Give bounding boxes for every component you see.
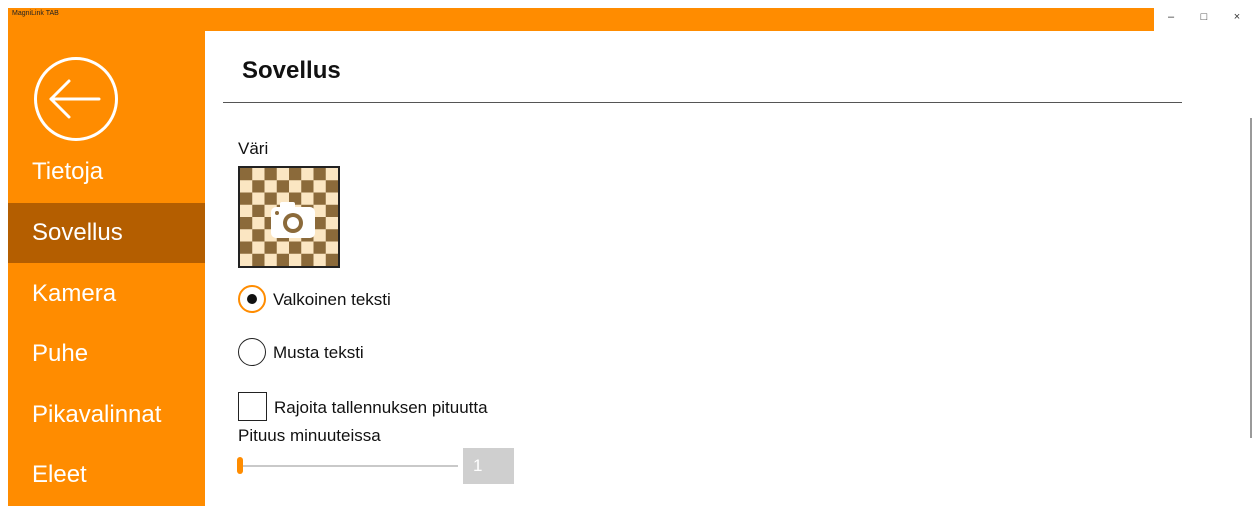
- maximize-button[interactable]: □: [1195, 10, 1213, 24]
- back-button[interactable]: [34, 57, 118, 141]
- page-title: Sovellus: [242, 57, 341, 84]
- window-edge: [0, 0, 8, 31]
- duration-slider-track[interactable]: [240, 465, 458, 467]
- sidebar-item-sovellus[interactable]: Sovellus: [8, 203, 205, 263]
- duration-label: Pituus minuuteissa: [238, 426, 381, 445]
- black-text-radio[interactable]: [238, 338, 266, 366]
- limit-recording-label[interactable]: Rajoita tallennuksen pituutta: [274, 398, 488, 418]
- vertical-scrollbar[interactable]: [1250, 118, 1252, 438]
- sidebar-item-eleet[interactable]: Eleet: [8, 445, 205, 505]
- color-preview[interactable]: [238, 166, 340, 268]
- back-arrow-icon: [49, 79, 101, 119]
- black-text-label[interactable]: Musta teksti: [273, 343, 364, 363]
- sidebar-item-pikavalinnat[interactable]: Pikavalinnat: [8, 385, 205, 445]
- window-title: MagniLink TAB: [12, 10, 59, 17]
- sidebar-item-tietoja[interactable]: Tietoja: [8, 142, 205, 202]
- sidebar: Tietoja Sovellus Kamera Puhe Pikavalinna…: [8, 31, 205, 506]
- limit-recording-checkbox[interactable]: [238, 392, 267, 421]
- white-text-radio[interactable]: [238, 285, 266, 313]
- title-bar-background: [8, 8, 1154, 31]
- duration-value-field[interactable]: 1: [463, 448, 514, 484]
- color-label: Väri: [238, 139, 269, 158]
- white-text-label[interactable]: Valkoinen teksti: [273, 290, 391, 310]
- camera-icon: [271, 202, 315, 238]
- sidebar-item-puhe[interactable]: Puhe: [8, 324, 205, 384]
- title-divider: [223, 102, 1182, 103]
- title-bar: MagniLink TAB – □ ×: [0, 0, 1253, 31]
- duration-slider-thumb[interactable]: [237, 457, 243, 474]
- close-button[interactable]: ×: [1228, 10, 1246, 24]
- sidebar-item-kamera[interactable]: Kamera: [8, 264, 205, 324]
- minimize-button[interactable]: –: [1162, 10, 1180, 24]
